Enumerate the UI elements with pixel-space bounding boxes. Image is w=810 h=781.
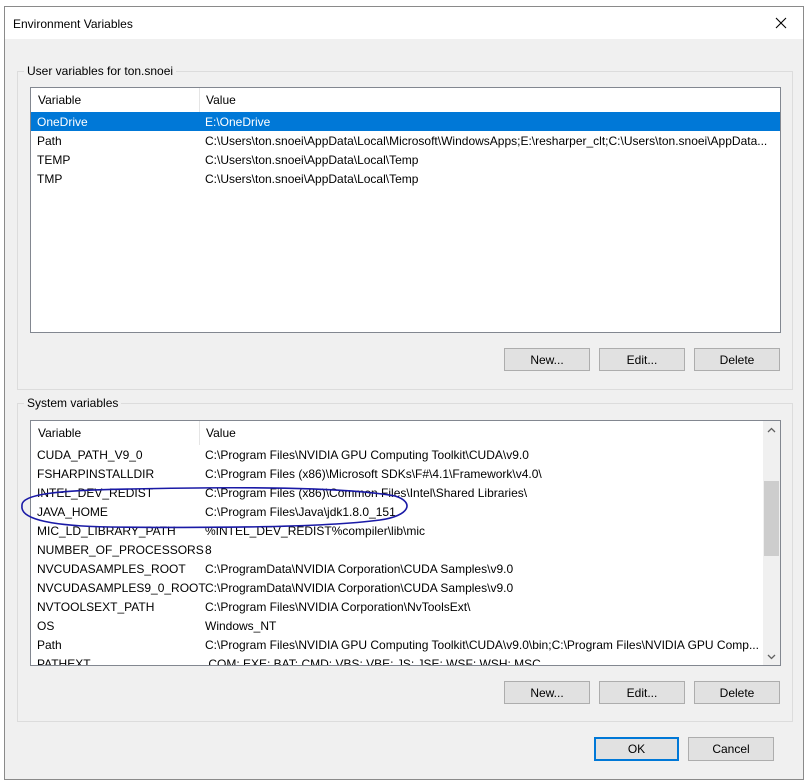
user-edit-button[interactable]: Edit...: [599, 348, 685, 371]
variable-value: Windows_NT: [205, 619, 277, 633]
variable-value: C:\Users\ton.snoei\AppData\Local\Temp: [205, 153, 419, 167]
table-row[interactable]: NVCUDASAMPLES_ROOT C:\ProgramData\NVIDIA …: [31, 559, 780, 578]
variable-name: Path: [37, 638, 62, 652]
table-row[interactable]: Path C:\Users\ton.snoei\AppData\Local\Mic…: [31, 131, 780, 150]
scroll-up-button[interactable]: [763, 421, 780, 438]
ok-button[interactable]: OK: [594, 737, 679, 761]
system-variables-list[interactable]: Variable Value CUDA_PATH_V9_0 C:\Program …: [30, 420, 781, 666]
table-row[interactable]: OneDrive E:\OneDrive: [31, 112, 780, 131]
table-row[interactable]: FSHARPINSTALLDIR C:\Program Files (x86)\M…: [31, 464, 780, 483]
close-button[interactable]: [759, 7, 803, 39]
cancel-button[interactable]: Cancel: [688, 737, 774, 761]
column-header-value[interactable]: Value: [206, 426, 236, 440]
system-edit-button[interactable]: Edit...: [599, 681, 685, 704]
variable-value: %INTEL_DEV_REDIST%compiler\lib\mic: [205, 524, 426, 538]
user-new-button[interactable]: New...: [504, 348, 590, 371]
table-row[interactable]: PATHEXT .COM;.EXE;.BAT;.CMD;.VBS;.VBE;.JS…: [31, 654, 780, 666]
variable-name: NVCUDASAMPLES9_0_ROOT: [37, 581, 206, 595]
table-row[interactable]: NVTOOLSEXT_PATH C:\Program Files\NVIDIA C…: [31, 597, 780, 616]
column-header-value[interactable]: Value: [206, 93, 236, 107]
user-variables-rows: OneDrive E:\OneDrive Path C:\Users\ton.snoe…: [31, 112, 780, 188]
variable-value: .COM;.EXE;.BAT;.CMD;.VBS;.VBE;.JS;.JSE;.…: [205, 657, 541, 666]
variable-value: C:\Program Files (x86)\Microsoft SDKs\F#…: [205, 467, 542, 481]
variable-name: TMP: [37, 172, 63, 186]
variable-value: C:\Program Files\NVIDIA GPU Computing To…: [205, 448, 529, 462]
variable-value: C:\Program Files\NVIDIA GPU Computing To…: [205, 638, 759, 652]
table-row[interactable]: Path C:\Program Files\NVIDIA GPU Computin…: [31, 635, 780, 654]
system-variables-scrollbar[interactable]: [763, 421, 780, 665]
environment-variables-dialog: Environment Variables User variables for…: [4, 6, 804, 780]
column-header-variable[interactable]: Variable: [38, 426, 81, 440]
list-header: Variable Value: [31, 88, 780, 112]
table-row[interactable]: CUDA_PATH_V9_0 C:\Program Files\NVIDIA GP…: [31, 445, 780, 464]
variable-value: E:\OneDrive: [205, 115, 271, 129]
table-row[interactable]: MIC_LD_LIBRARY_PATH %INTEL_DEV_REDIST%com…: [31, 521, 780, 540]
table-row[interactable]: OS Windows_NT: [31, 616, 780, 635]
chevron-up-icon: [767, 427, 776, 432]
variable-value: C:\Program Files\NVIDIA Corporation\NvTo…: [205, 600, 471, 614]
variable-value: C:\Program Files\Java\jdk1.8.0_151: [205, 505, 396, 519]
variable-name: Path: [37, 134, 62, 148]
variable-name: MIC_LD_LIBRARY_PATH: [37, 524, 176, 538]
user-delete-button[interactable]: Delete: [694, 348, 780, 371]
system-variables-rows: CUDA_PATH_V9_0 C:\Program Files\NVIDIA GP…: [31, 445, 780, 666]
variable-name: TEMP: [37, 153, 71, 167]
table-row[interactable]: NVCUDASAMPLES9_0_ROOT C:\ProgramData\NVID…: [31, 578, 780, 597]
variable-value: C:\ProgramData\NVIDIA Corporation\CUDA S…: [205, 562, 514, 576]
window-title: Environment Variables: [13, 17, 133, 31]
variable-name: OneDrive: [37, 115, 88, 129]
variable-name: NVCUDASAMPLES_ROOT: [37, 562, 186, 576]
variable-value: C:\ProgramData\NVIDIA Corporation\CUDA S…: [205, 581, 514, 595]
variable-name: NVTOOLSEXT_PATH: [37, 600, 155, 614]
variable-name: OS: [37, 619, 55, 633]
table-row[interactable]: NUMBER_OF_PROCESSORS 8: [31, 540, 780, 559]
close-icon: [775, 17, 787, 29]
table-row[interactable]: TEMP C:\Users\ton.snoei\AppData\Local\Tem…: [31, 150, 780, 169]
variable-name: CUDA_PATH_V9_0: [37, 448, 143, 462]
table-row[interactable]: INTEL_DEV_REDIST C:\Program Files (x86)\C…: [31, 483, 780, 502]
user-variables-label: User variables for ton.snoei: [24, 64, 177, 78]
variable-value: C:\Program Files (x86)\Common Files\Inte…: [205, 486, 528, 500]
variable-name: INTEL_DEV_REDIST: [37, 486, 154, 500]
variable-name: NUMBER_OF_PROCESSORS: [37, 543, 204, 557]
title-bar: Environment Variables: [5, 7, 803, 39]
variable-name: PATHEXT: [37, 657, 91, 666]
system-delete-button[interactable]: Delete: [694, 681, 780, 704]
scroll-thumb[interactable]: [764, 481, 779, 556]
table-row[interactable]: JAVA_HOME C:\Program Files\Java\jdk1.8.0_…: [31, 502, 780, 521]
system-new-button[interactable]: New...: [504, 681, 590, 704]
column-header-variable[interactable]: Variable: [38, 93, 81, 107]
user-variables-list[interactable]: Variable Value OneDrive E:\OneDrive Path C:…: [30, 87, 781, 333]
chevron-down-icon: [767, 654, 776, 659]
list-header: Variable Value: [31, 421, 780, 445]
variable-name: FSHARPINSTALLDIR: [37, 467, 155, 481]
variable-value: C:\Users\ton.snoei\AppData\Local\Microso…: [205, 134, 768, 148]
variable-value: 8: [205, 543, 212, 557]
variable-name: JAVA_HOME: [37, 505, 108, 519]
scroll-down-button[interactable]: [763, 648, 780, 665]
variable-value: C:\Users\ton.snoei\AppData\Local\Temp: [205, 172, 419, 186]
system-variables-label: System variables: [24, 396, 122, 410]
table-row[interactable]: TMP C:\Users\ton.snoei\AppData\Local\Temp: [31, 169, 780, 188]
